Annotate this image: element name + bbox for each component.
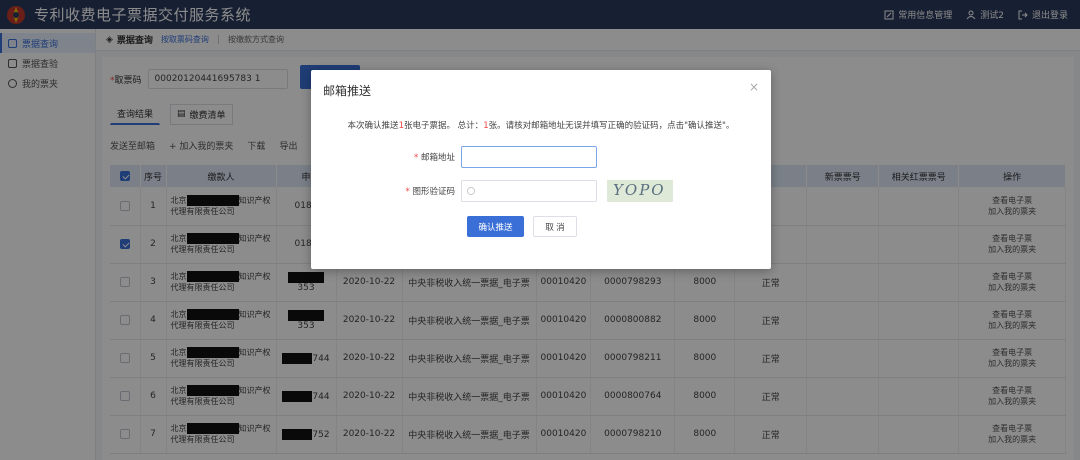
captcha-label: * 图形验证码 [405, 187, 455, 197]
email-row: * 邮箱地址 [311, 146, 597, 168]
close-icon[interactable]: × [749, 80, 759, 94]
dialog-title: 邮箱推送 [323, 84, 372, 98]
captcha-row: * 图形验证码 YOPO [311, 180, 673, 202]
cancel-button[interactable]: 取 消 [533, 216, 577, 237]
email-field[interactable] [461, 146, 597, 168]
captcha-image[interactable]: YOPO [607, 180, 673, 202]
shield-icon [467, 187, 475, 195]
captcha-input[interactable] [461, 180, 597, 202]
confirm-push-button[interactable]: 确认推送 [467, 216, 524, 237]
email-push-dialog: 邮箱推送 × 本次确认推送1张电子票据。 总计：1张。请核对邮箱地址无误并填写正… [311, 70, 771, 269]
dialog-message: 本次确认推送1张电子票据。 总计：1张。请核对邮箱地址无误并填写正确的验证码，点… [347, 121, 735, 131]
email-label: * 邮箱地址 [414, 153, 455, 163]
